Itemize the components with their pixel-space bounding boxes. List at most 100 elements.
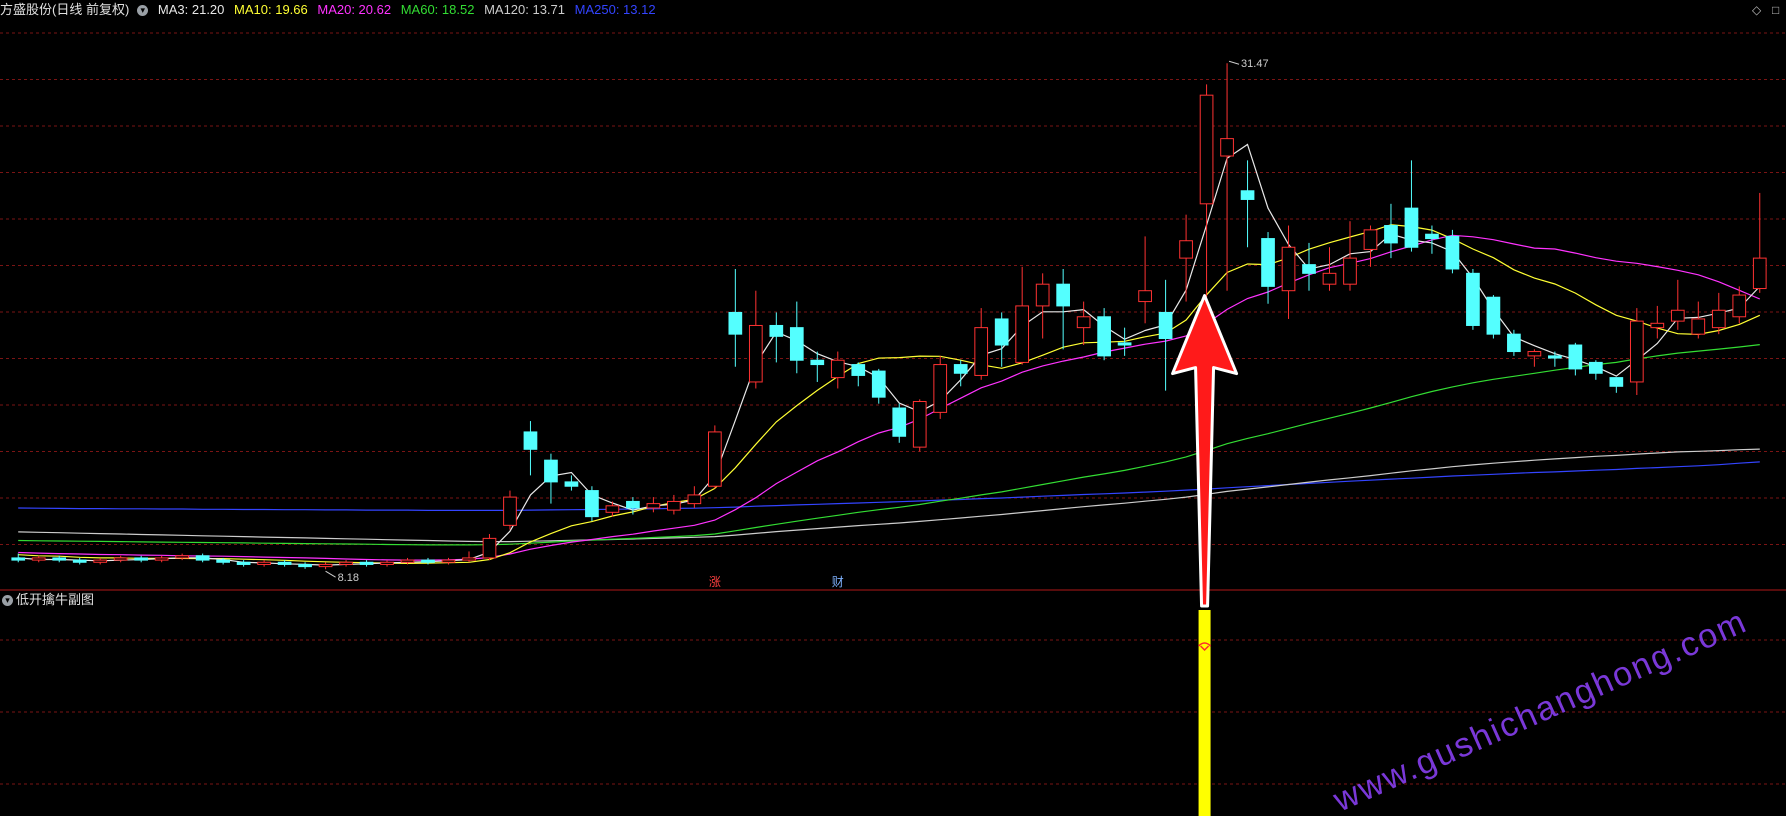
- ma10-line: [18, 224, 1761, 565]
- candle-body: [1711, 309, 1726, 329]
- candle-body: [503, 496, 517, 526]
- candle-body: [523, 431, 538, 450]
- candle-body: [31, 557, 46, 561]
- candle-body: [585, 490, 599, 518]
- candle-body: [667, 500, 681, 511]
- candle: [1158, 279, 1173, 391]
- candle: [1486, 295, 1501, 339]
- candle-body: [933, 364, 948, 413]
- candle: [154, 555, 169, 563]
- candle-body: [728, 311, 743, 335]
- candle: [1445, 229, 1460, 274]
- candle-body: [605, 505, 620, 513]
- candle-body: [1035, 283, 1050, 307]
- candle: [1076, 301, 1091, 346]
- ma10-label: MA10: 19.66: [234, 2, 308, 17]
- subchart-toggle-icon[interactable]: ▾: [2, 595, 13, 607]
- candle: [503, 490, 517, 530]
- candle-body: [1363, 229, 1378, 250]
- settings-toggle-icon[interactable]: ▾: [137, 5, 149, 17]
- candle: [1629, 308, 1644, 395]
- candle-body: [482, 537, 497, 559]
- candle-body: [1384, 225, 1398, 244]
- candle-body: [154, 557, 169, 561]
- candle-body: [974, 327, 989, 376]
- candle-body: [1445, 235, 1460, 270]
- candle-body: [1199, 94, 1214, 205]
- event-marker-cai[interactable]: 财: [832, 575, 844, 589]
- candle-body: [195, 555, 210, 561]
- subchart-title[interactable]: 低开擒牛副图: [16, 592, 94, 607]
- ma250-line: [18, 461, 1760, 511]
- candle-body: [1548, 355, 1562, 359]
- candle-body: [1425, 233, 1439, 240]
- candle: [830, 351, 845, 389]
- signal-bar: [1198, 610, 1211, 816]
- candle: [1568, 342, 1583, 376]
- candle: [1609, 377, 1624, 393]
- event-marker-zhang[interactable]: 涨: [709, 574, 721, 589]
- candle: [113, 555, 128, 563]
- candle-body: [400, 559, 415, 563]
- moving-average-lines: [18, 143, 1761, 566]
- candle-body: [1527, 351, 1542, 357]
- candle: [298, 562, 312, 569]
- candle-body: [257, 561, 271, 565]
- candle-body: [1466, 272, 1480, 326]
- candle: [134, 555, 149, 563]
- candle-body: [1076, 316, 1091, 329]
- candle: [1281, 225, 1296, 319]
- candle-body: [1138, 290, 1152, 303]
- candle-body: [52, 557, 67, 561]
- ma250-label: MA250: 13.12: [574, 2, 656, 17]
- candle-body: [1650, 322, 1665, 329]
- candle-body: [113, 557, 128, 561]
- candle: [482, 534, 497, 561]
- candle-body: [175, 555, 190, 559]
- candle: [1138, 236, 1152, 324]
- candle: [810, 351, 825, 382]
- candle-body: [1752, 257, 1767, 290]
- candle: [1179, 214, 1193, 302]
- candle: [851, 362, 866, 387]
- candle-body: [953, 364, 968, 374]
- candle: [1670, 279, 1685, 330]
- candle-body: [912, 401, 927, 448]
- high-pointer: [1228, 60, 1240, 65]
- candle-body: [626, 500, 640, 509]
- candle-body: [1179, 240, 1193, 259]
- candle-body: [1281, 246, 1296, 292]
- candle-body: [339, 561, 353, 565]
- candle-body: [216, 559, 230, 563]
- window-icon[interactable]: □: [1772, 3, 1779, 17]
- candle: [175, 553, 190, 561]
- candle: [1691, 301, 1706, 339]
- collapse-icon[interactable]: ◇: [1752, 3, 1761, 17]
- candle-body: [830, 359, 845, 379]
- candle: [1466, 268, 1480, 330]
- candle-body: [1588, 361, 1603, 374]
- candle-body: [789, 327, 804, 361]
- candle: [626, 497, 640, 515]
- ma120-line: [18, 448, 1760, 543]
- candle: [544, 453, 558, 504]
- stock-title[interactable]: 方盛股份(日线 前复权): [0, 2, 129, 17]
- candle: [1711, 292, 1726, 335]
- candle: [31, 555, 46, 563]
- candle-body: [359, 561, 374, 565]
- candle-body: [421, 559, 435, 563]
- candle-body: [1486, 296, 1501, 335]
- candle: [605, 501, 620, 517]
- candle-body: [318, 563, 333, 568]
- candlestick-series: [11, 63, 1767, 570]
- candle: [687, 486, 702, 508]
- candle: [339, 560, 353, 567]
- candle: [1650, 305, 1665, 339]
- candle: [953, 360, 968, 387]
- candle-body: [1302, 264, 1316, 274]
- signal-arrow-icon: [1171, 294, 1239, 608]
- candle: [441, 557, 456, 565]
- low-price-label: 8.18: [338, 572, 359, 584]
- candle: [871, 368, 886, 404]
- ma60-line: [18, 344, 1760, 546]
